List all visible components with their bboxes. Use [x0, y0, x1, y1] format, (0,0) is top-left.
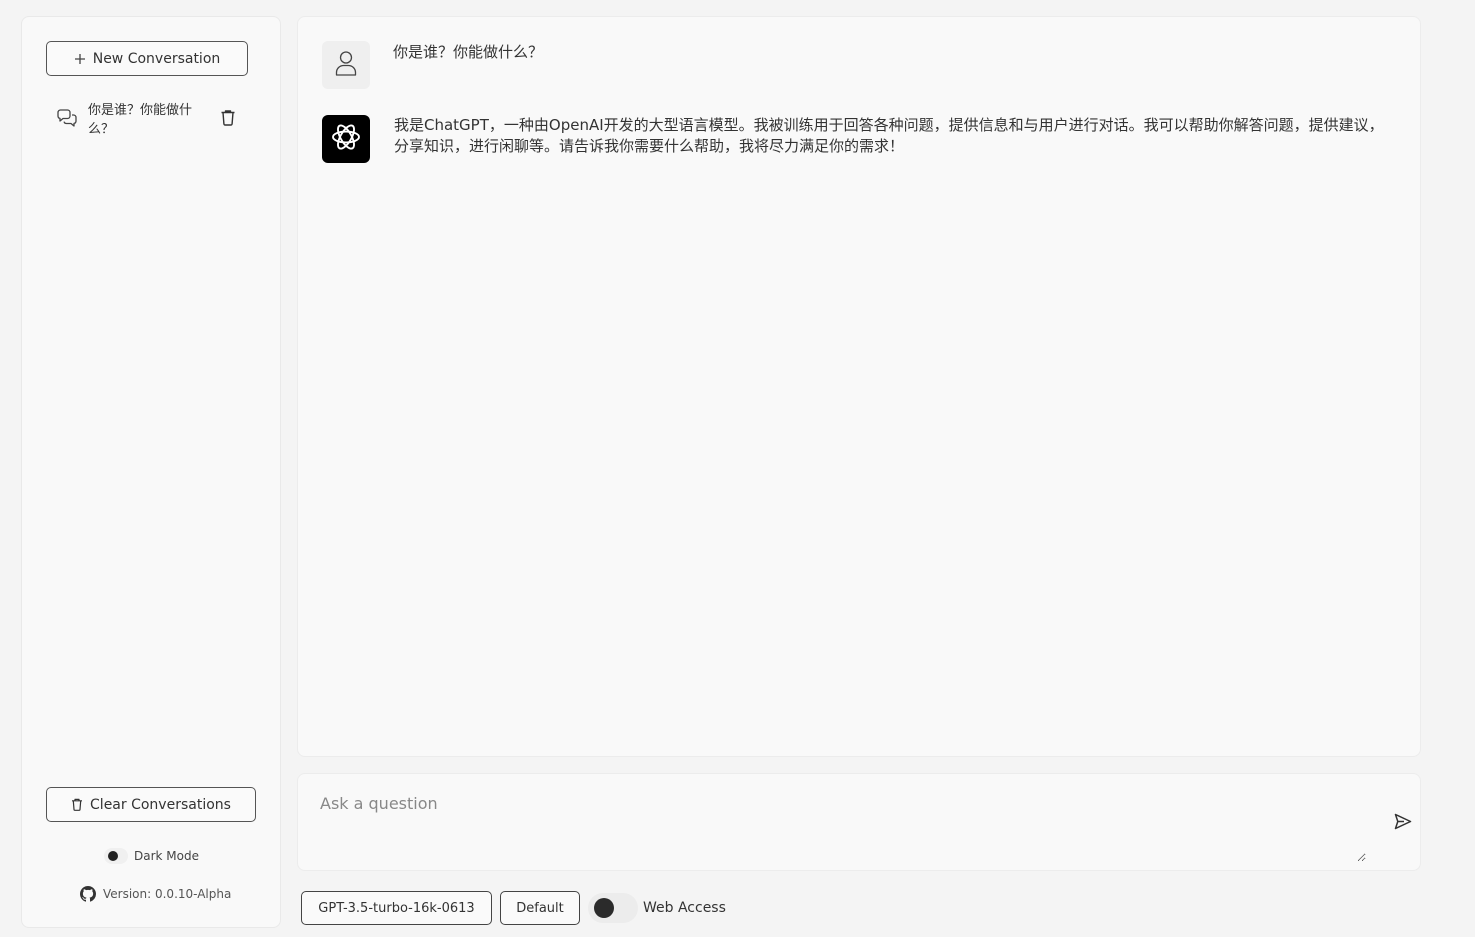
conversation-item[interactable]: 你是谁？你能做什么？	[46, 99, 248, 145]
web-access-label: Web Access	[643, 900, 726, 916]
dark-mode-toggle-row: Dark Mode	[104, 848, 199, 864]
clear-conversations-label: Clear Conversations	[90, 796, 231, 813]
delete-conversation-trash-icon[interactable]	[220, 109, 236, 130]
user-icon	[335, 50, 357, 80]
dark-mode-label: Dark Mode	[134, 849, 199, 863]
plus-icon	[74, 53, 86, 65]
input-panel	[297, 773, 1421, 871]
github-icon	[80, 886, 96, 902]
new-conversation-label: New Conversation	[92, 50, 221, 67]
send-icon[interactable]	[1394, 813, 1412, 834]
conversation-title: 你是谁？你能做什么？	[88, 103, 193, 137]
web-access-toggle-row: Web Access	[588, 893, 726, 923]
version-link[interactable]: Version: 0.0.10-Alpha	[80, 886, 231, 902]
question-input[interactable]	[318, 792, 1366, 862]
sidebar: New Conversation 你是谁？你能做什么？ Clear Conver…	[21, 16, 281, 928]
user-avatar	[322, 41, 370, 89]
chat-bubbles-icon	[56, 109, 78, 131]
preset-select-button[interactable]: Default	[500, 891, 580, 925]
model-select-button[interactable]: GPT-3.5-turbo-16k-0613	[301, 891, 492, 925]
new-conversation-button[interactable]: New Conversation	[46, 41, 248, 76]
assistant-avatar	[322, 115, 370, 163]
trash-icon	[71, 798, 83, 811]
version-label: Version: 0.0.10-Alpha	[103, 887, 232, 901]
chat-panel: 你是谁？你能做什么？ 我是ChatGPT，一种由OpenAI开发的大型语言模型。…	[297, 16, 1421, 757]
clear-conversations-button[interactable]: Clear Conversations	[46, 787, 256, 822]
assistant-message-text: 我是ChatGPT，一种由OpenAI开发的大型语言模型。我被训练用于回答各种问…	[394, 116, 1384, 155]
openai-logo-icon	[328, 119, 364, 159]
dark-mode-switch[interactable]	[104, 848, 128, 864]
user-message-text: 你是谁？你能做什么？	[393, 43, 544, 61]
web-access-switch[interactable]	[588, 893, 638, 923]
